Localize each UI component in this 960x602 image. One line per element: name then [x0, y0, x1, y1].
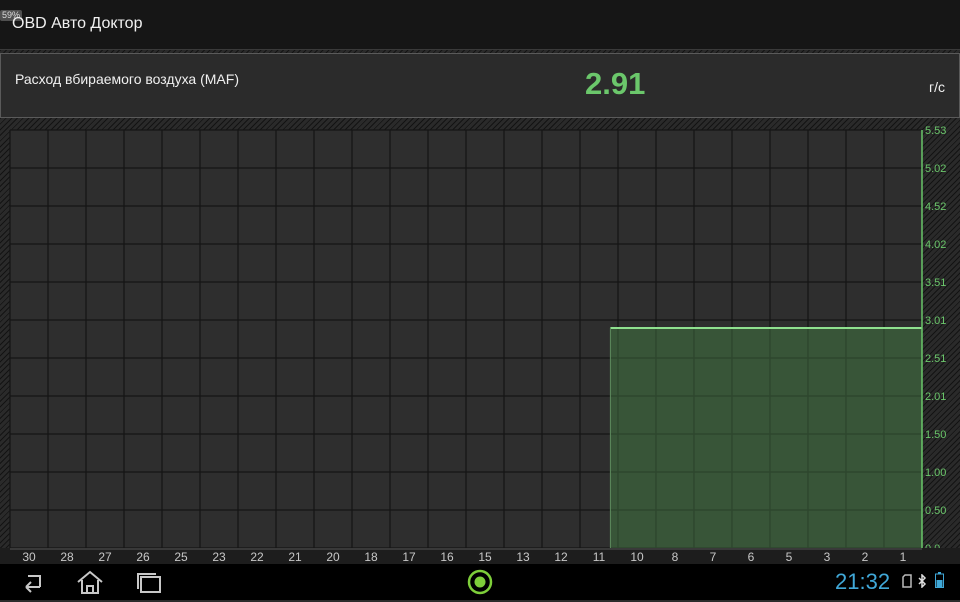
- title-bar: 59% OBD Авто Доктор: [0, 0, 960, 50]
- maf-chart: 5.53 5.02 4.52 4.02 3.51 3.01 2.51 2.01 1.50 1.00…: [0, 125, 960, 564]
- x-tick-label: 16: [440, 550, 454, 564]
- x-tick-label: 13: [516, 550, 530, 564]
- bluetooth-icon: [918, 574, 927, 588]
- y-tick-label: 3.51: [925, 277, 946, 289]
- x-tick-label: 11: [593, 550, 606, 564]
- x-tick-label: 28: [60, 550, 74, 564]
- y-tick-label: 0.50: [925, 505, 946, 517]
- y-tick-label: 2.01: [925, 391, 946, 403]
- app-status-button[interactable]: [463, 567, 497, 597]
- sensor-panel[interactable]: Расход вбираемого воздуха (MAF) 2.91 г/с: [0, 53, 960, 118]
- x-tick-label: 1: [900, 550, 907, 564]
- home-button[interactable]: [73, 567, 107, 597]
- clock: 21:32: [835, 569, 891, 594]
- y-tick-label: 2.51: [925, 353, 946, 365]
- battery-icon: [935, 572, 944, 588]
- x-tick-label: 17: [402, 550, 416, 564]
- sensor-name: Расход вбираемого воздуха (MAF): [15, 71, 239, 87]
- sensor-unit: г/с: [929, 79, 945, 95]
- x-tick-label: 23: [212, 550, 226, 564]
- y-tick-label: 4.52: [925, 201, 946, 213]
- x-tick-label: 7: [710, 550, 717, 564]
- y-tick-label: 5.53: [925, 125, 946, 137]
- x-tick-label: 26: [136, 550, 150, 564]
- system-navigation-bar: 21:32: [0, 564, 960, 600]
- x-tick-label: 27: [98, 550, 112, 564]
- back-button[interactable]: [14, 567, 48, 597]
- recent-apps-icon: [137, 573, 161, 593]
- x-tick-label: 15: [478, 550, 492, 564]
- y-tick-label: 1.50: [925, 429, 946, 441]
- x-tick-label: 30: [22, 550, 36, 564]
- x-tick-label: 2: [862, 550, 869, 564]
- x-tick-label: 12: [554, 550, 568, 564]
- recent-apps-button[interactable]: [132, 567, 166, 597]
- sensor-value: 2.91: [585, 66, 646, 101]
- x-tick-label: 3: [824, 550, 831, 564]
- x-tick-label: 6: [748, 550, 755, 564]
- home-icon: [77, 570, 103, 594]
- y-tick-label: 1.00: [925, 467, 946, 479]
- y-tick-label: 3.01: [925, 315, 946, 327]
- x-tick-label: 8: [672, 550, 679, 564]
- x-tick-label: 22: [250, 550, 264, 564]
- y-tick-label: 4.02: [925, 239, 946, 251]
- x-tick-label: 5: [786, 550, 793, 564]
- app-title: OBD Авто Доктор: [12, 15, 143, 32]
- sd-card-icon: [902, 574, 912, 588]
- y-tick-label: 5.02: [925, 163, 946, 175]
- maf-area-fill: [610, 328, 922, 548]
- back-icon: [25, 575, 41, 593]
- x-tick-label: 18: [364, 550, 378, 564]
- x-tick-label: 21: [288, 550, 302, 564]
- x-tick-label: 25: [174, 550, 188, 564]
- app-status-icon: [467, 569, 493, 595]
- x-tick-label: 20: [326, 550, 340, 564]
- x-tick-label: 10: [630, 550, 644, 564]
